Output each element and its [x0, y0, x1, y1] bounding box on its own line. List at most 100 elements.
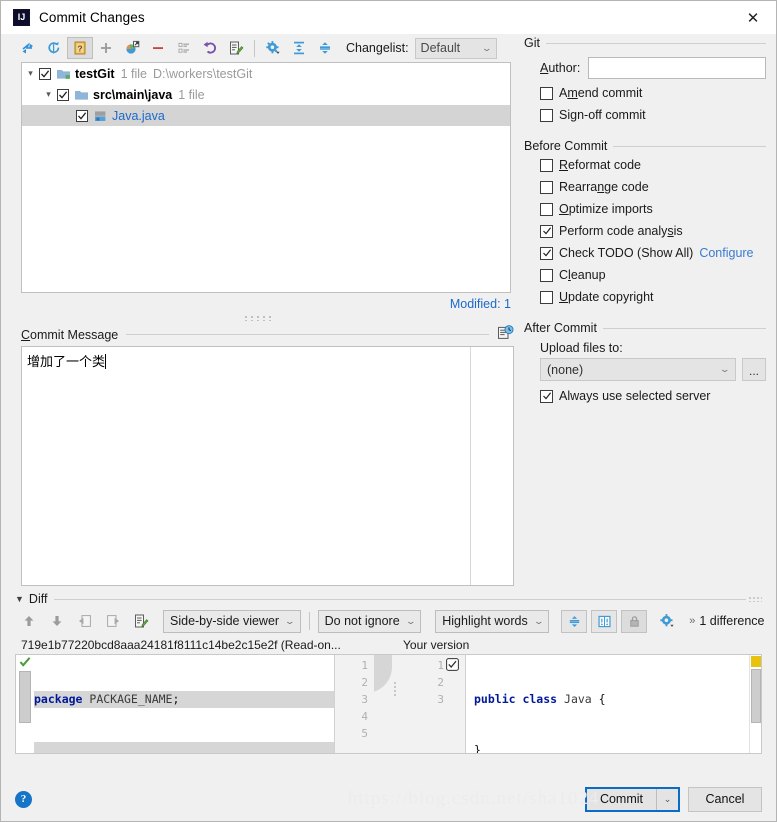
chevron-down-icon[interactable]: ▾: [22, 68, 39, 79]
add-icon[interactable]: [93, 37, 119, 59]
checkbox-box: [540, 86, 553, 100]
browse-servers-button[interactable]: ...: [742, 358, 766, 381]
commit-message-input[interactable]: 增加了一个类: [22, 347, 470, 585]
rearrange-code-checkbox[interactable]: Rearrange code: [540, 177, 766, 197]
diff-left-pane[interactable]: package PACKAGE_NAME; public class Java …: [16, 655, 334, 753]
diff-drag-handle[interactable]: [393, 681, 398, 697]
configure-todo-link[interactable]: Configure: [699, 246, 753, 260]
diff-settings-icon[interactable]: [653, 609, 681, 633]
splitter-handle[interactable]: [1, 311, 516, 325]
tree-row-file[interactable]: Java.java: [22, 105, 510, 126]
highlight-mode-select[interactable]: Highlight words ⌄: [435, 609, 550, 633]
optimize-imports-checkbox[interactable]: Optimize imports: [540, 199, 766, 219]
viewer-mode-select[interactable]: Side-by-side viewer ⌄: [163, 609, 301, 633]
window-title: Commit Changes: [39, 10, 145, 25]
update-copyright-checkbox[interactable]: Update copyright: [540, 287, 766, 307]
diff-right-code[interactable]: public class Java { }: [466, 655, 761, 753]
tree-checkbox[interactable]: [76, 109, 88, 122]
revert-icon[interactable]: [197, 37, 223, 59]
read-only-lock-icon[interactable]: [621, 609, 648, 633]
whitespace-mode-select[interactable]: Do not ignore ⌄: [317, 609, 422, 633]
commit-message-value: 增加了一个类: [27, 355, 106, 370]
tree-row-folder[interactable]: ▾ src\main\java 1 file: [22, 84, 510, 105]
expand-all-icon[interactable]: [286, 37, 312, 59]
upload-server-value: (none): [547, 362, 584, 377]
svg-text:?: ?: [77, 43, 82, 53]
commit-button-label: Commit: [599, 792, 643, 806]
move-to-changelist-icon[interactable]: [119, 37, 145, 59]
accept-change-icon[interactable]: [446, 658, 459, 674]
diff-viewer[interactable]: package PACKAGE_NAME; public class Java …: [15, 654, 762, 754]
change-marker: [751, 656, 761, 667]
edit-source-icon[interactable]: [223, 37, 249, 59]
highlight-mode-value: Highlight words: [442, 614, 528, 628]
collapse-unchanged-icon[interactable]: [561, 609, 588, 633]
always-use-selected-server-checkbox[interactable]: Always use selected server: [540, 386, 766, 406]
diff-right-line-numbers: 123: [416, 655, 446, 753]
tree-checkbox[interactable]: [57, 88, 69, 101]
diff-left-scrollbar[interactable]: [19, 671, 31, 723]
code-line: [34, 742, 334, 753]
dialog-body: ? Changelist: Default ⌄ ▾ testGit 1 file…: [1, 34, 776, 777]
chevron-down-icon[interactable]: ⌄: [656, 788, 678, 810]
next-difference-icon[interactable]: [43, 609, 71, 633]
changelist-select[interactable]: Default ⌄: [414, 37, 497, 59]
previous-difference-icon[interactable]: [15, 609, 43, 633]
left-column: ? Changelist: Default ⌄ ▾ testGit 1 file…: [1, 34, 516, 586]
rollback-sync-icon[interactable]: [41, 37, 67, 59]
tree-row-project[interactable]: ▾ testGit 1 file D:\workers\testGit: [22, 63, 510, 84]
diff-split-gap[interactable]: [374, 655, 416, 753]
upload-row: (none) ⌄ ...: [540, 358, 766, 381]
refresh-changes-icon[interactable]: [15, 37, 41, 59]
show-diff-icon[interactable]: ?: [67, 37, 93, 59]
cleanup-label: Cleanup: [559, 268, 606, 282]
diff-toolbar: Side-by-side viewer ⌄ Do not ignore ⌄ Hi…: [1, 606, 776, 636]
amend-commit-checkbox[interactable]: Amend commit: [540, 83, 766, 103]
diff-left-code[interactable]: package PACKAGE_NAME; public class Java …: [34, 655, 334, 753]
commit-message-box[interactable]: 增加了一个类: [21, 346, 514, 586]
apply-left-icon[interactable]: [71, 609, 99, 633]
tree-row-path: D:\workers\testGit: [153, 66, 253, 81]
perform-code-analysis-checkbox[interactable]: Perform code analysis: [540, 221, 766, 241]
scrollbar-thumb[interactable]: [751, 669, 761, 723]
diff-right-title: Your version: [403, 638, 470, 652]
cleanup-checkbox[interactable]: Cleanup: [540, 265, 766, 285]
message-history-icon[interactable]: [497, 325, 514, 344]
commit-button[interactable]: Commit ⌄: [584, 786, 680, 812]
chevron-down-icon[interactable]: ▾: [40, 89, 57, 100]
group-by-icon[interactable]: [171, 37, 197, 59]
check-todo-checkbox[interactable]: Check TODO (Show All) Configure: [540, 243, 766, 263]
settings-icon[interactable]: [260, 37, 286, 59]
collapse-all-icon[interactable]: [312, 37, 338, 59]
upload-server-select[interactable]: (none) ⌄: [540, 358, 736, 381]
chevron-down-icon[interactable]: ▼: [15, 594, 24, 604]
changed-files-tree[interactable]: ▾ testGit 1 file D:\workers\testGit ▾ sr…: [21, 62, 511, 293]
close-icon[interactable]: ✕: [730, 1, 776, 34]
git-group-title: Git: [524, 36, 540, 50]
delete-icon[interactable]: [145, 37, 171, 59]
help-icon[interactable]: ?: [15, 790, 32, 808]
commit-message-right-rail: [470, 347, 513, 585]
diff-right-scrollbar[interactable]: [749, 655, 761, 753]
diff-section-header[interactable]: ▼ Diff: [15, 592, 776, 606]
reformat-code-checkbox[interactable]: Reformat code: [540, 155, 766, 175]
diff-left-gutter[interactable]: [16, 655, 34, 753]
tree-row-meta: 1 file: [178, 87, 205, 102]
diff-right-pane[interactable]: public class Java { }: [466, 655, 761, 753]
tree-checkbox[interactable]: [39, 67, 51, 80]
overflow-icon[interactable]: »: [689, 615, 695, 627]
intellij-logo-icon: IJ: [13, 9, 30, 26]
diff-pane-titles: 719e1b77220bcd8aaa24181f8111c14be2c15e2f…: [1, 636, 776, 654]
highlight-split-icon[interactable]: [591, 609, 618, 633]
author-field[interactable]: [588, 57, 766, 79]
apply-right-icon[interactable]: [99, 609, 127, 633]
diff-accept-column[interactable]: [446, 655, 466, 753]
difference-count: 1 difference: [699, 614, 765, 628]
chevron-down-icon: ⌄: [481, 42, 493, 53]
cancel-button[interactable]: Cancel: [688, 786, 762, 812]
sign-off-commit-checkbox[interactable]: Sign-off commit: [540, 105, 766, 125]
upload-files-label: Upload files to:: [540, 341, 623, 355]
diff-resize-grip[interactable]: [748, 596, 762, 602]
optimize-imports-label: Optimize imports: [559, 202, 653, 216]
edit-source-icon[interactable]: [127, 609, 155, 633]
